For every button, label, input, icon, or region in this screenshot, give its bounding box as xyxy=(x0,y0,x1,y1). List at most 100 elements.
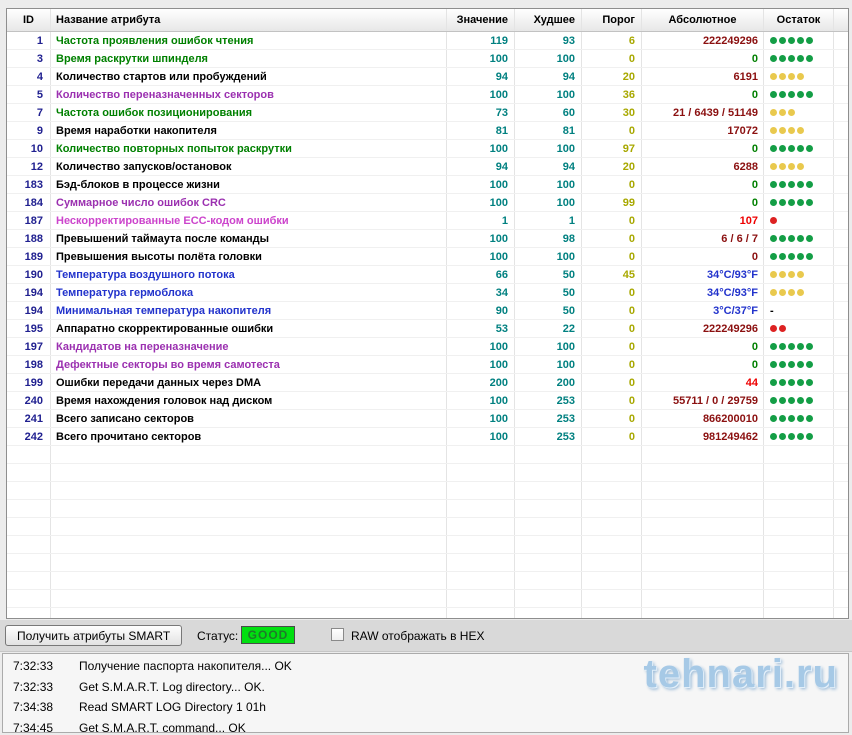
attribute-name-cell: Нескорректированные ECC-кодом ошибки xyxy=(51,212,447,229)
table-row[interactable]: 198Дефектные секторы во время самотеста1… xyxy=(7,356,848,374)
worst-cell: 94 xyxy=(515,68,582,85)
health-dots-cell xyxy=(764,158,834,175)
empty-cell xyxy=(642,446,764,463)
table-row[interactable]: 187Нескорректированные ECC-кодом ошибки1… xyxy=(7,212,848,230)
empty-cell xyxy=(51,446,447,463)
absolute-cell: 6 / 6 / 7 xyxy=(642,230,764,247)
health-dot-icon xyxy=(788,37,795,44)
health-dot-icon xyxy=(797,181,804,188)
worst-cell: 22 xyxy=(515,320,582,337)
health-dots-cell xyxy=(764,32,834,49)
attribute-name-cell: Аппаратно скорректированные ошибки xyxy=(51,320,447,337)
filler-cell xyxy=(834,374,848,391)
table-row[interactable]: 188Превышений таймаута после команды1009… xyxy=(7,230,848,248)
empty-cell xyxy=(642,518,764,535)
health-dots-cell xyxy=(764,284,834,301)
threshold-cell: 0 xyxy=(582,230,642,247)
table-row[interactable]: 197Кандидатов на переназначение10010000 xyxy=(7,338,848,356)
table-row[interactable]: 194Температура гермоблока3450034°C/93°F xyxy=(7,284,848,302)
tehnari-watermark: tehnari.ru xyxy=(644,653,838,697)
health-dot-icon xyxy=(806,397,813,404)
table-row[interactable]: 10Количество повторных попыток раскрутки… xyxy=(7,140,848,158)
health-dot-icon xyxy=(779,379,786,386)
attribute-id-cell: 242 xyxy=(7,428,51,445)
empty-cell xyxy=(642,554,764,571)
table-row[interactable]: 184Суммарное число ошибок CRC100100990 xyxy=(7,194,848,212)
table-row[interactable]: 242Всего прочитано секторов1002530981249… xyxy=(7,428,848,446)
column-header-value[interactable]: Значение xyxy=(447,9,515,31)
health-dot-icon xyxy=(779,37,786,44)
table-row[interactable]: 240Время нахождения головок над диском10… xyxy=(7,392,848,410)
empty-cell xyxy=(515,590,582,607)
empty-cell xyxy=(515,554,582,571)
get-smart-attributes-button[interactable]: Получить атрибуты SMART xyxy=(5,625,182,646)
filler-cell xyxy=(834,104,848,121)
attribute-name-cell: Частота проявления ошибок чтения xyxy=(51,32,447,49)
table-row[interactable]: 9Время наработки накопителя8181017072 xyxy=(7,122,848,140)
attribute-name-cell: Дефектные секторы во время самотеста xyxy=(51,356,447,373)
health-dot-icon xyxy=(797,343,804,350)
filler-cell xyxy=(834,140,848,157)
health-dot-icon xyxy=(788,397,795,404)
attribute-id-cell: 194 xyxy=(7,302,51,319)
table-row[interactable]: 7Частота ошибок позиционирования73603021… xyxy=(7,104,848,122)
absolute-cell: 34°C/93°F xyxy=(642,284,764,301)
threshold-cell: 0 xyxy=(582,176,642,193)
table-row[interactable]: 194Минимальная температура накопителя905… xyxy=(7,302,848,320)
health-dot-icon xyxy=(788,91,795,98)
column-header-name[interactable]: Название атрибута xyxy=(51,9,447,31)
absolute-cell: 34°C/93°F xyxy=(642,266,764,283)
log-entry: 7:34:45Get S.M.A.R.T. command... OK xyxy=(3,716,848,734)
empty-cell xyxy=(834,518,848,535)
table-row[interactable]: 183Бэд-блоков в процессе жизни10010000 xyxy=(7,176,848,194)
empty-cell xyxy=(447,608,515,619)
table-row[interactable]: 3Время раскрутки шпинделя10010000 xyxy=(7,50,848,68)
empty-cell xyxy=(642,608,764,619)
table-row[interactable]: 5Количество переназначенных секторов1001… xyxy=(7,86,848,104)
health-dot-icon xyxy=(770,199,777,206)
attribute-name-cell: Превышений таймаута после команды xyxy=(51,230,447,247)
table-row[interactable]: 4Количество стартов или пробуждений94942… xyxy=(7,68,848,86)
table-row[interactable]: 190Температура воздушного потока66504534… xyxy=(7,266,848,284)
column-header-id[interactable]: ID xyxy=(7,9,51,31)
empty-cell xyxy=(515,608,582,619)
empty-cell xyxy=(834,500,848,517)
health-dot-icon xyxy=(770,325,777,332)
table-row[interactable]: 241Всего записано секторов10025308662000… xyxy=(7,410,848,428)
value-cell: 100 xyxy=(447,392,515,409)
health-dot-icon xyxy=(797,415,804,422)
threshold-cell: 20 xyxy=(582,68,642,85)
empty-cell xyxy=(7,590,51,607)
health-dot-icon xyxy=(797,163,804,170)
log-entry-message: Получение паспорта накопителя... OK xyxy=(79,659,292,673)
log-panel: 7:32:33 Получение паспорта накопителя... … xyxy=(2,653,849,733)
log-entry-time: 7:32:33 xyxy=(13,659,53,673)
health-dot-icon xyxy=(770,91,777,98)
empty-cell xyxy=(642,464,764,481)
empty-cell xyxy=(447,482,515,499)
empty-cell xyxy=(515,572,582,589)
value-cell: 100 xyxy=(447,338,515,355)
threshold-cell: 0 xyxy=(582,248,642,265)
table-row[interactable]: 12Количество запусков/остановок949420628… xyxy=(7,158,848,176)
attribute-name-cell: Температура воздушного потока xyxy=(51,266,447,283)
column-header-threshold[interactable]: Порог xyxy=(582,9,642,31)
worst-cell: 100 xyxy=(515,338,582,355)
table-row[interactable]: 189Превышения высоты полёта головки10010… xyxy=(7,248,848,266)
column-header-worst[interactable]: Худшее xyxy=(515,9,582,31)
table-row[interactable]: 1Частота проявления ошибок чтения1199362… xyxy=(7,32,848,50)
raw-hex-checkbox-label[interactable]: RAW отображать в HEX xyxy=(351,629,484,643)
raw-hex-checkbox[interactable] xyxy=(331,628,344,641)
column-header-remaining[interactable]: Остаток xyxy=(764,9,834,31)
attribute-id-cell: 195 xyxy=(7,320,51,337)
health-dot-icon xyxy=(788,199,795,206)
value-cell: 100 xyxy=(447,230,515,247)
attribute-name-cell: Частота ошибок позиционирования xyxy=(51,104,447,121)
column-header-absolute[interactable]: Абсолютное xyxy=(642,9,764,31)
table-row[interactable]: 199Ошибки передачи данных через DMA20020… xyxy=(7,374,848,392)
worst-cell: 100 xyxy=(515,248,582,265)
health-dot-icon xyxy=(806,55,813,62)
health-dots-cell xyxy=(764,176,834,193)
empty-table-row xyxy=(7,464,848,482)
table-row[interactable]: 195Аппаратно скорректированные ошибки532… xyxy=(7,320,848,338)
